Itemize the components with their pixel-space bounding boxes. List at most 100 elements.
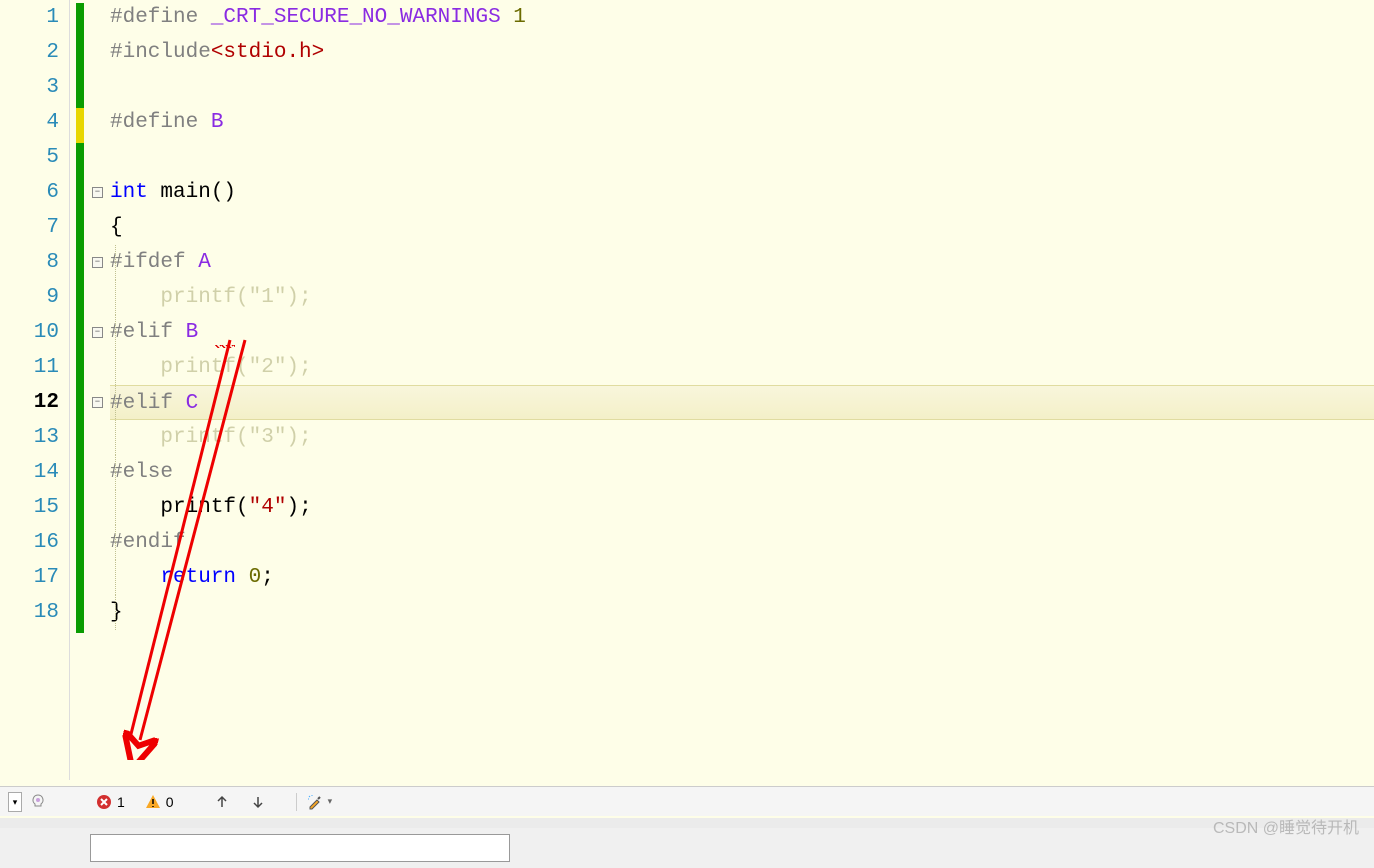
code-token: main() <box>148 181 236 204</box>
code-line[interactable]: #else <box>110 455 1374 490</box>
code-line[interactable]: #elif B <box>110 315 1374 350</box>
code-token: A <box>198 251 211 274</box>
code-token: 0 <box>249 566 262 589</box>
change-bar-yellow <box>76 108 84 143</box>
code-line[interactable]: printf("1"); <box>110 280 1374 315</box>
line-number: 13 <box>0 420 59 455</box>
code-token: ( <box>236 496 249 519</box>
code-line[interactable]: } <box>110 595 1374 630</box>
code-line[interactable]: printf("2"); <box>110 350 1374 385</box>
code-token: #define <box>110 111 211 134</box>
divider <box>296 793 297 811</box>
code-line[interactable]: #define B <box>110 105 1374 140</box>
code-line[interactable]: #endif <box>110 525 1374 560</box>
code-token: } <box>110 601 123 624</box>
line-number: 2 <box>0 35 59 70</box>
warnings-count[interactable]: 0 <box>145 794 174 810</box>
line-number: 18 <box>0 595 59 630</box>
code-line[interactable]: #include<stdio.h> <box>110 35 1374 70</box>
code-line[interactable]: #ifdef A <box>110 245 1374 280</box>
code-line[interactable]: { <box>110 210 1374 245</box>
fold-toggle[interactable]: − <box>92 257 103 268</box>
warnings-count-value: 0 <box>166 794 174 810</box>
errors-count[interactable]: 1 <box>96 794 125 810</box>
code-token: ; <box>299 496 312 519</box>
assistant-icon[interactable] <box>30 794 46 810</box>
code-token: B <box>211 111 224 134</box>
code-line[interactable] <box>110 140 1374 175</box>
error-squiggle <box>215 345 235 348</box>
code-token: B <box>186 321 199 344</box>
code-token: { <box>110 216 123 239</box>
line-number-gutter: 123456789101112131415161718 <box>0 0 70 780</box>
code-token: printf <box>110 496 236 519</box>
nav-down[interactable] <box>250 794 266 810</box>
brush-icon <box>307 794 323 810</box>
code-token: C <box>186 392 199 415</box>
change-margin <box>70 0 92 780</box>
fold-toggle[interactable]: − <box>92 327 103 338</box>
code-token: ; <box>261 566 274 589</box>
code-token: printf("1"); <box>110 286 312 309</box>
line-number: 8 <box>0 245 59 280</box>
line-number: 3 <box>0 70 59 105</box>
line-number: 11 <box>0 350 59 385</box>
line-number: 9 <box>0 280 59 315</box>
error-icon <box>96 794 112 810</box>
code-token: ) <box>286 496 299 519</box>
fold-column: − − − − <box>92 0 110 780</box>
arrow-up-icon <box>214 794 230 810</box>
code-line[interactable]: int main() <box>110 175 1374 210</box>
line-number: 4 <box>0 105 59 140</box>
line-number: 6 <box>0 175 59 210</box>
bottom-toolbar <box>0 828 1374 868</box>
dropdown-toggle[interactable]: ▾ <box>8 792 22 812</box>
code-token: printf("3"); <box>110 426 312 449</box>
code-line[interactable]: return 0; <box>110 560 1374 595</box>
watermark: CSDN @睡觉待开机 <box>1213 814 1359 838</box>
code-line[interactable]: #define _CRT_SECURE_NO_WARNINGS 1 <box>110 0 1374 35</box>
code-content[interactable]: #define _CRT_SECURE_NO_WARNINGS 1#includ… <box>110 0 1374 780</box>
line-number: 5 <box>0 140 59 175</box>
code-line[interactable]: #elif C <box>110 385 1374 420</box>
code-token: #define <box>110 6 211 29</box>
line-number: 7 <box>0 210 59 245</box>
line-number: 16 <box>0 525 59 560</box>
line-number: 12 <box>0 385 59 420</box>
code-token: #else <box>110 461 173 484</box>
code-token: printf("2"); <box>110 356 312 379</box>
code-token: #ifdef <box>110 251 198 274</box>
fold-toggle[interactable]: − <box>92 397 103 408</box>
cleanup-button[interactable]: ▾ <box>307 794 333 810</box>
code-token: return <box>160 566 236 589</box>
line-number: 17 <box>0 560 59 595</box>
code-token: 1 <box>513 6 526 29</box>
status-bar: ▾ 1 0 ▾ <box>0 786 1374 816</box>
code-line[interactable] <box>110 70 1374 105</box>
code-line[interactable]: printf("3"); <box>110 420 1374 455</box>
warning-icon <box>145 794 161 810</box>
line-number: 10 <box>0 315 59 350</box>
code-token: #elif <box>110 321 186 344</box>
line-number: 1 <box>0 0 59 35</box>
code-token: int <box>110 181 148 204</box>
lightbulb-icon <box>30 794 46 810</box>
bottom-panel <box>0 818 1374 868</box>
code-token: #elif <box>110 392 186 415</box>
code-editor[interactable]: 123456789101112131415161718 −−−− #define… <box>0 0 1374 780</box>
search-input[interactable] <box>90 834 510 862</box>
line-number: 14 <box>0 455 59 490</box>
code-token: #endif <box>110 531 186 554</box>
code-token: #include <box>110 41 211 64</box>
errors-count-value: 1 <box>117 794 125 810</box>
fold-toggle[interactable]: − <box>92 187 103 198</box>
code-token: <stdio.h> <box>211 41 324 64</box>
nav-up[interactable] <box>214 794 230 810</box>
code-token: "4" <box>249 496 287 519</box>
code-token <box>110 566 160 589</box>
code-line[interactable]: printf("4"); <box>110 490 1374 525</box>
arrow-down-icon <box>250 794 266 810</box>
code-token <box>501 6 514 29</box>
code-token <box>236 566 249 589</box>
dropdown-caret-icon: ▾ <box>328 796 333 807</box>
